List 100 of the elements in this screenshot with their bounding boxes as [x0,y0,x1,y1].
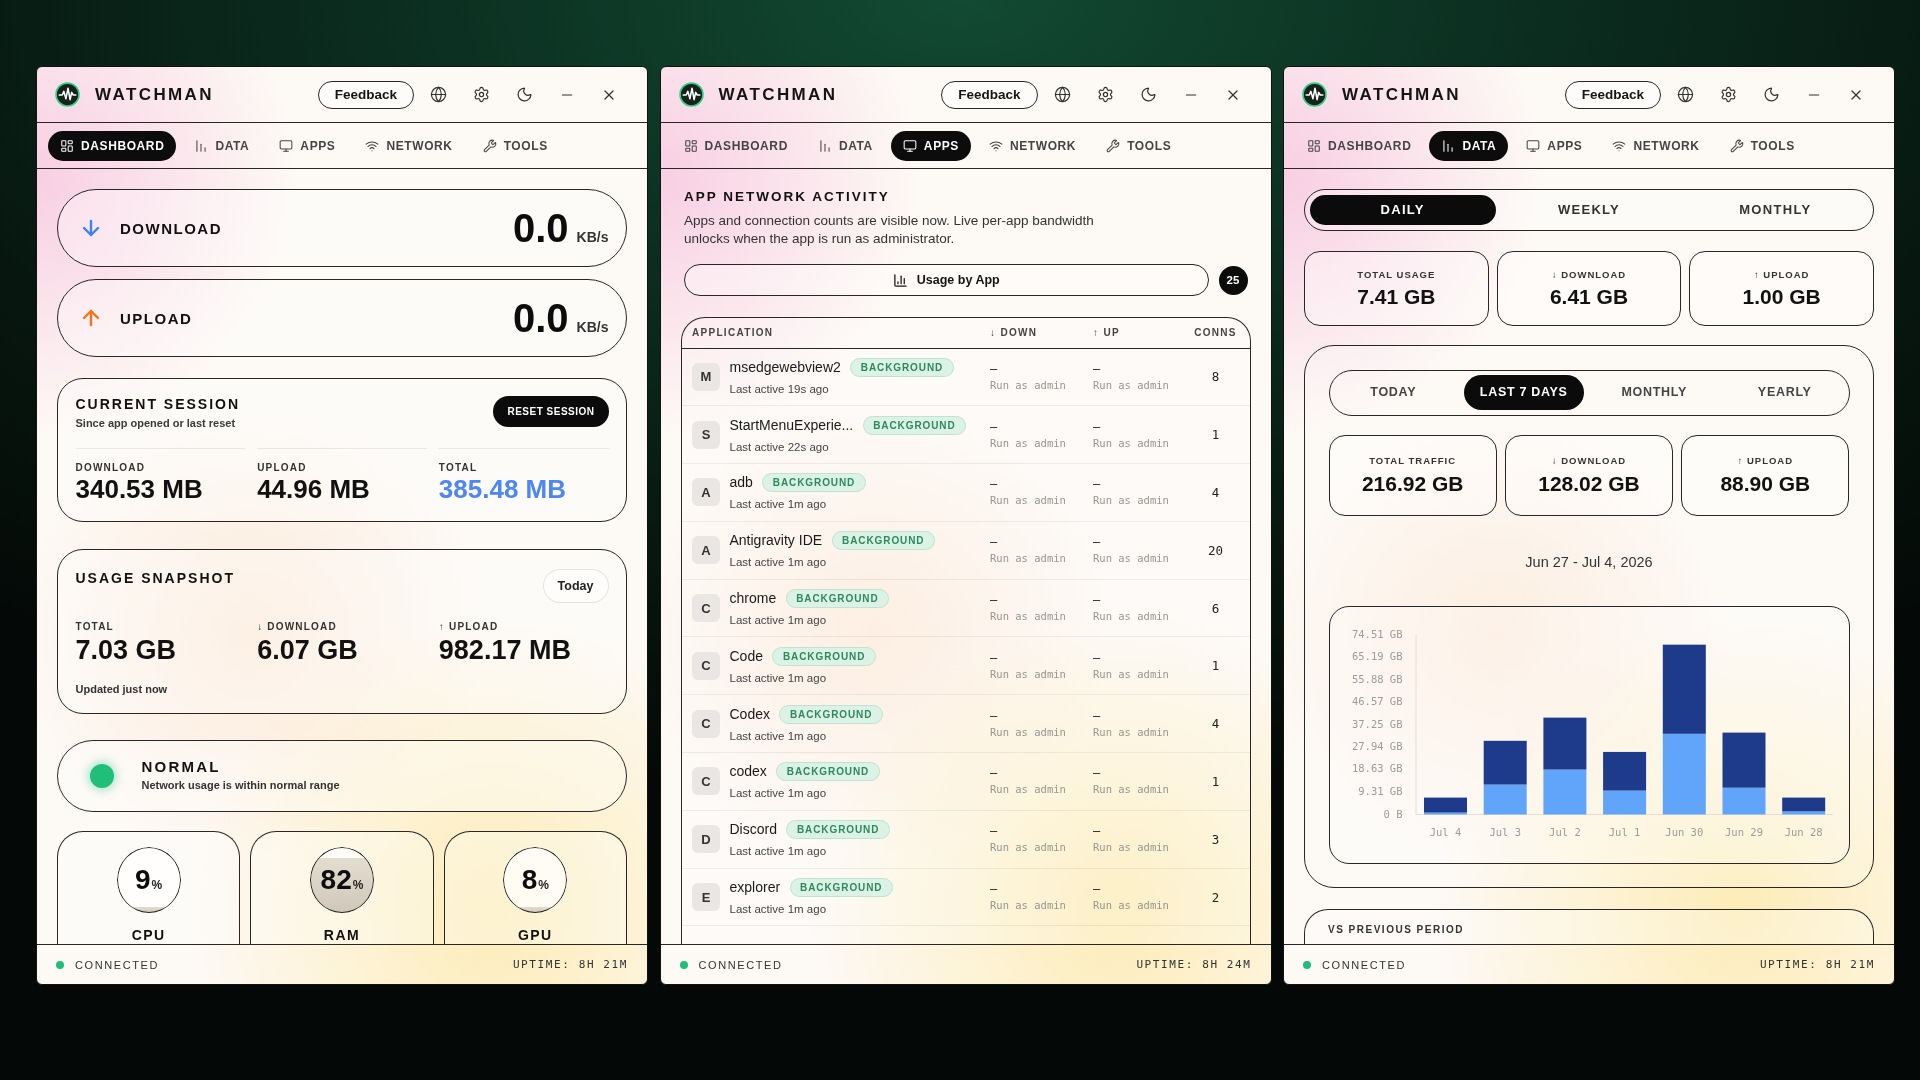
card-title: VS PREVIOUS PERIOD [1328,922,1465,936]
app-name: chrome [729,590,777,608]
period-tab[interactable]: DAILY [1309,194,1496,225]
nav-tab[interactable]: APPS [1514,130,1595,161]
app-name: msedgewebview2 [729,358,841,376]
status-tag: BACKGROUND [789,878,893,898]
wifi-icon [365,138,380,153]
status-tag: BACKGROUND [772,646,876,666]
app-avatar: D [692,825,720,854]
download-value: – [990,824,998,839]
wifi-icon [988,138,1003,153]
wrench-icon [482,138,497,153]
traffic-value: 128.02 GB [1538,472,1640,497]
last-active-text: Last active 1m ago [729,902,828,917]
admin-hint: Run as admin [990,436,1066,450]
axis-label: 27.94 GB [1351,740,1402,753]
feedback-button[interactable]: Feedback [941,80,1038,109]
settings-icon[interactable] [473,86,490,103]
admin-hint: Run as admin [990,610,1066,624]
section-description: Apps and connection counts are visible now. Live per-app bandwidth unlocks when the app is run as administrator. [684,212,1095,248]
range-tab[interactable]: LAST 7 DAYS [1463,374,1584,410]
period-button[interactable]: Today [542,569,609,603]
summary-label: ↓ DOWNLOAD [1551,267,1627,281]
traffic-label: ↑ UPLOAD [1737,454,1794,468]
connection-count: 1 [1210,658,1221,674]
resource-label: CPU [131,928,166,942]
admin-hint: Run as admin [1093,783,1169,797]
stat-value: 7.03 GB [75,635,178,665]
nav-tab[interactable]: NETWORK [1600,130,1712,161]
nav-tab[interactable]: TOOLS [470,130,560,161]
connection-count: 4 [1210,485,1221,500]
feedback-button[interactable]: Feedback [1564,80,1661,109]
nav-tab[interactable]: NETWORK [976,130,1089,161]
status-tag: BACKGROUND [786,820,890,840]
moon-icon[interactable] [1763,86,1780,103]
reset-session-button[interactable]: RESET SESSION [493,396,609,427]
admin-hint: Run as admin [990,494,1066,508]
nav-tab[interactable]: DATA [1429,130,1509,161]
nav-tab[interactable]: APPS [890,130,971,161]
status-dot-icon [89,763,114,788]
usage-by-app-button[interactable]: Usage by App [684,264,1209,296]
nav-tab[interactable]: DASHBOARD [48,130,177,161]
last-active-text: Last active 1m ago [729,670,828,685]
status-tag: BACKGROUND [779,704,883,724]
period-tab[interactable]: MONTHLY [1682,194,1869,225]
bar-chart-icon [1441,138,1456,153]
nav-tab[interactable]: DASHBOARD [671,130,800,161]
nav-tab[interactable]: DATA [805,130,885,161]
admin-hint: Run as admin [990,378,1066,392]
wifi-icon [1612,138,1627,153]
wrench-icon [1106,138,1121,153]
globe-icon[interactable] [1053,86,1071,103]
speed-value: 0.0 [513,298,569,338]
chart-bar [1483,741,1527,785]
connection-count: 1 [1210,773,1221,789]
settings-icon[interactable] [1720,86,1737,103]
speed-label: DOWNLOAD [120,219,222,237]
app-avatar: C [692,594,720,623]
last-active-text: Last active 19s ago [729,381,830,396]
stat-value: 340.53 MB [75,474,204,504]
app-avatar: A [692,536,720,565]
globe-icon[interactable] [1677,86,1694,103]
nav-tab[interactable]: NETWORK [353,130,465,161]
app-name: Discord [729,821,777,839]
period-tab[interactable]: WEEKLY [1495,194,1683,225]
admin-hint: Run as admin [1093,725,1169,739]
nav-tab[interactable]: DASHBOARD [1295,130,1424,161]
last-active-text: Last active 1m ago [729,844,828,859]
stat-value: 44.96 MB [257,474,371,504]
last-active-text: Last active 1m ago [729,497,828,512]
nav-tab[interactable]: TOOLS [1717,130,1807,161]
range-tab[interactable]: MONTHLY [1594,374,1715,410]
download-value: – [990,650,998,665]
moon-icon[interactable] [516,86,533,103]
range-tab[interactable]: YEARLY [1724,374,1845,410]
range-tab[interactable]: TODAY [1333,374,1454,410]
nav-tab[interactable]: TOOLS [1094,130,1184,161]
admin-hint: Run as admin [1093,378,1169,392]
column-header: ↑ UP [1093,327,1121,338]
download-value: – [990,535,998,550]
gauge-unit: % [352,877,364,892]
axis-label: 18.63 GB [1351,762,1402,775]
last-active-text: Last active 1m ago [729,555,828,570]
connection-count: 6 [1210,600,1221,616]
admin-hint: Run as admin [990,841,1066,855]
settings-icon[interactable] [1096,86,1114,103]
moon-icon[interactable] [1139,86,1157,103]
nav-tab[interactable]: APPS [267,130,348,161]
resource-label: GPU [517,928,553,942]
app-avatar: M [692,362,720,391]
feedback-button[interactable]: Feedback [317,80,414,109]
last-active-text: Last active 1m ago [729,786,828,801]
stat-label: UPLOAD [257,460,308,474]
column-header: ↓ DOWN [990,327,1039,338]
admin-hint: Run as admin [990,725,1066,739]
axis-label: 55.88 GB [1351,672,1402,685]
uptime-text: UPTIME: 8H 24M [1136,958,1252,971]
nav-tab[interactable]: DATA [182,130,262,161]
globe-icon[interactable] [430,86,447,103]
gauge-unit: % [538,877,549,892]
